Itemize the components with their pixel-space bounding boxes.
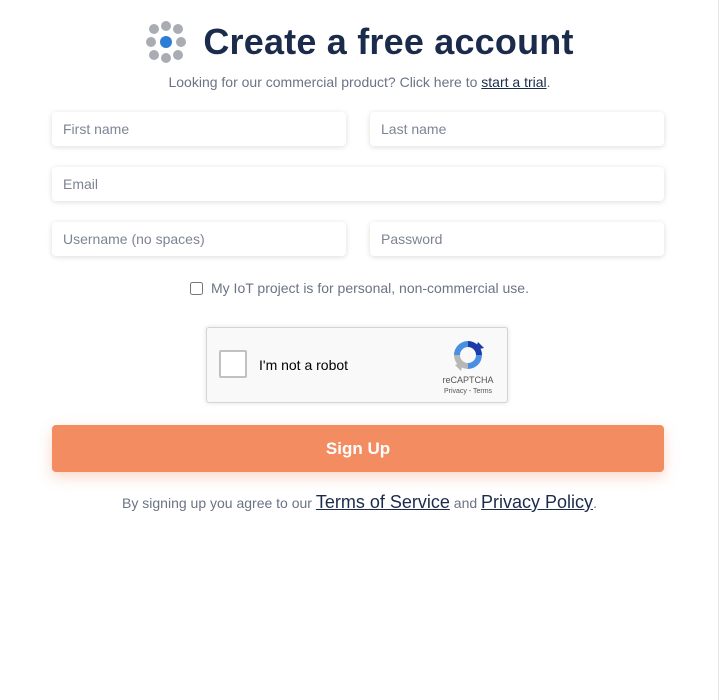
- header: Create a free account: [0, 18, 719, 66]
- email-input[interactable]: [52, 167, 664, 201]
- recaptcha-widget: I'm not a robot reCAPTCHA Privacy - Term…: [206, 327, 508, 403]
- agreement-text: By signing up you agree to our Terms of …: [0, 492, 719, 513]
- personal-use-label: My IoT project is for personal, non-comm…: [211, 280, 529, 296]
- username-input[interactable]: [52, 222, 346, 256]
- first-name-input[interactable]: [52, 112, 346, 146]
- recaptcha-terms-link[interactable]: Terms: [473, 388, 492, 395]
- agreement-period: .: [593, 495, 597, 511]
- recaptcha-brand: reCAPTCHA: [442, 375, 494, 385]
- recaptcha-privacy-link[interactable]: Privacy: [444, 388, 467, 395]
- personal-use-row: My IoT project is for personal, non-comm…: [0, 280, 719, 296]
- subtitle-text: Looking for our commercial product? Clic…: [168, 74, 482, 90]
- recaptcha-label: I'm not a robot: [259, 357, 349, 373]
- recaptcha-links: Privacy - Terms: [433, 388, 503, 395]
- dots-grid-logo-icon: [146, 21, 187, 63]
- page-title: Create a free account: [203, 21, 574, 62]
- sign-up-button[interactable]: Sign Up: [52, 425, 664, 472]
- recaptcha-checkbox[interactable]: [219, 350, 247, 378]
- terms-of-service-link[interactable]: Terms of Service: [316, 492, 450, 512]
- agreement-and: and: [449, 495, 482, 511]
- agreement-prefix: By signing up you agree to our: [122, 495, 316, 511]
- signup-page: Create a free account Looking for our co…: [0, 0, 719, 700]
- password-input[interactable]: [370, 222, 664, 256]
- privacy-policy-link[interactable]: Privacy Policy: [481, 492, 593, 512]
- subtitle-period: .: [546, 74, 551, 90]
- last-name-input[interactable]: [370, 112, 664, 146]
- subtitle: Looking for our commercial product? Clic…: [0, 74, 719, 90]
- start-trial-link[interactable]: start a trial: [481, 74, 546, 90]
- recaptcha-logo-icon: [454, 341, 484, 371]
- personal-use-checkbox[interactable]: [190, 281, 203, 295]
